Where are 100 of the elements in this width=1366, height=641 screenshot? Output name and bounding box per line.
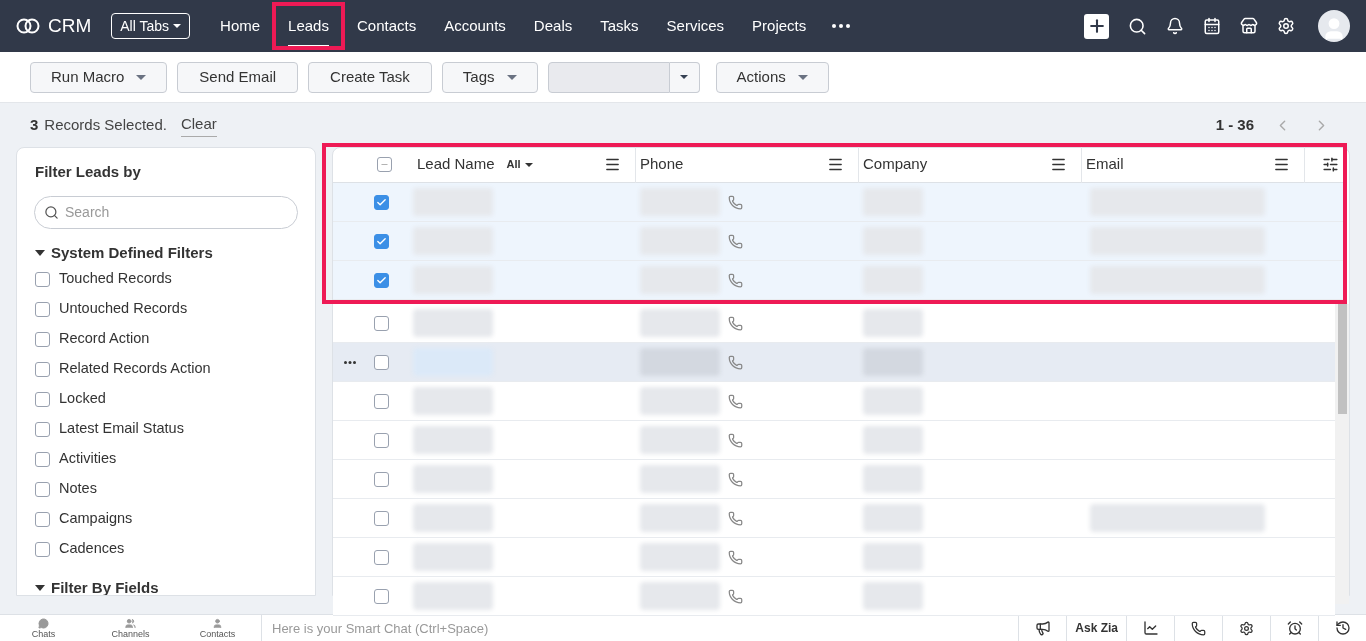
nav-tab[interactable]: Tasks [600,4,639,48]
filter-option[interactable]: Locked [59,388,106,410]
column-header[interactable]: Company [863,153,928,176]
clear-link[interactable]: Clear [180,113,217,137]
search-icon[interactable] [1128,16,1147,36]
smart-chat-field[interactable]: Here is your Smart Chat (Ctrl+Space) [261,614,1019,641]
bottom-bar-item[interactable]: Chats [0,614,87,641]
nav-tab[interactable]: Accounts [444,4,506,48]
bottom-bar-item[interactable]: Channels [87,614,174,641]
checkbox[interactable] [35,541,50,557]
filter-option[interactable]: Activities [59,448,117,470]
toolbar-button[interactable]: Run Macro [30,61,168,93]
chat-bubble-icon [38,617,49,629]
checkbox[interactable] [374,432,389,448]
filter-option[interactable]: Untouched Records [59,298,188,320]
settings-icon[interactable] [1239,620,1254,636]
calendar-icon[interactable] [1203,17,1221,35]
redacted-block [863,582,923,610]
column-header[interactable]: Email [1086,153,1124,176]
redacted-block [863,543,923,571]
nav-tab[interactable]: Contacts [356,4,417,48]
column-menu-icon[interactable] [1273,156,1290,173]
selected-count: 3 [30,114,39,135]
checkbox[interactable] [374,510,389,526]
column-menu-icon[interactable] [827,156,844,173]
app-name: CRM [48,13,92,38]
add-icon[interactable] [1084,13,1109,39]
checkbox[interactable] [374,549,389,565]
redacted-block [863,387,923,415]
checkbox[interactable] [374,315,389,331]
nav-tab[interactable]: Services [666,4,725,48]
bell-icon[interactable] [1166,17,1184,35]
nav-tab[interactable]: Leads [288,4,329,48]
checkbox[interactable] [374,471,389,487]
checkbox[interactable] [374,272,389,288]
filter-option[interactable]: Cadences [59,538,125,560]
filter-option[interactable]: Notes [59,478,97,500]
search-icon [44,204,59,220]
chart-icon[interactable] [1142,620,1159,636]
checkbox[interactable] [374,194,389,210]
section-caret-icon[interactable] [35,585,45,592]
phone-icon[interactable] [1191,620,1206,636]
redacted-block [863,504,923,532]
checkbox[interactable] [374,393,389,409]
column-menu-icon[interactable] [1050,156,1067,173]
bottom-bar-item[interactable]: Contacts [174,614,261,641]
history-icon[interactable] [1334,620,1351,636]
filter-option[interactable]: Related Records Action [59,358,211,380]
checkbox[interactable] [374,354,389,370]
checkbox[interactable] [35,361,50,377]
more-icon[interactable] [832,24,851,28]
toolbar-button[interactable]: Actions [715,61,829,93]
checkbox[interactable] [374,588,389,604]
redacted-block [863,465,923,493]
toolbar-button[interactable]: Tags [441,61,538,93]
checkbox[interactable] [35,421,50,437]
toolbar-button[interactable]: Create Task [308,61,432,93]
store-icon[interactable] [1240,17,1258,35]
nav-tab[interactable]: Home [220,4,261,48]
filter-section-title[interactable]: System Defined Filters [51,241,213,264]
caret-icon [797,74,808,80]
selection-text: Records Selected. [44,114,167,135]
filter-option[interactable]: Record Action [59,328,150,350]
column-header[interactable]: Lead Name [417,153,495,176]
alarm-icon[interactable] [1286,620,1303,636]
group-icon [125,617,136,629]
filter-option[interactable]: Campaigns [59,508,133,530]
avatar[interactable] [1318,10,1350,42]
checkbox[interactable] [35,391,50,407]
page-range: 1 - 36 [1215,114,1254,135]
checkbox[interactable] [35,331,50,347]
toolbar-button[interactable]: Send Email [177,61,299,93]
checkmark-icon [376,235,387,247]
column-settings-icon[interactable] [1322,156,1339,173]
checkbox[interactable] [35,451,50,467]
checkbox[interactable] [35,511,50,527]
filter-option[interactable]: Touched Records [59,268,172,290]
section-caret-icon[interactable] [35,249,45,256]
dropdown-toggle[interactable] [669,61,700,93]
column-header[interactable]: Phone [640,153,684,176]
checkbox[interactable] [374,233,389,249]
checkmark-icon [376,196,387,208]
checkbox[interactable] [35,481,50,497]
filter-option[interactable]: Latest Email Status [59,418,184,440]
person-icon [212,617,223,629]
checkbox[interactable] [35,301,50,317]
nav-tab[interactable]: Projects [752,4,807,48]
column-filter-dropdown[interactable]: All [506,156,533,173]
nav-tab[interactable]: Deals [533,4,573,48]
megaphone-icon[interactable] [1034,620,1051,636]
checkbox[interactable] [35,271,50,287]
all-tabs-button[interactable]: All Tabs [111,13,191,39]
search-input[interactable]: Search [65,201,265,223]
redacted-block [863,426,923,454]
select-all-checkbox[interactable] [376,157,392,172]
more-icon[interactable] [344,360,356,364]
ask-zia-button[interactable]: Ask Zia [1066,614,1126,641]
column-menu-icon[interactable] [604,156,621,173]
redacted-block [863,309,923,337]
checkmark-icon [376,274,387,286]
